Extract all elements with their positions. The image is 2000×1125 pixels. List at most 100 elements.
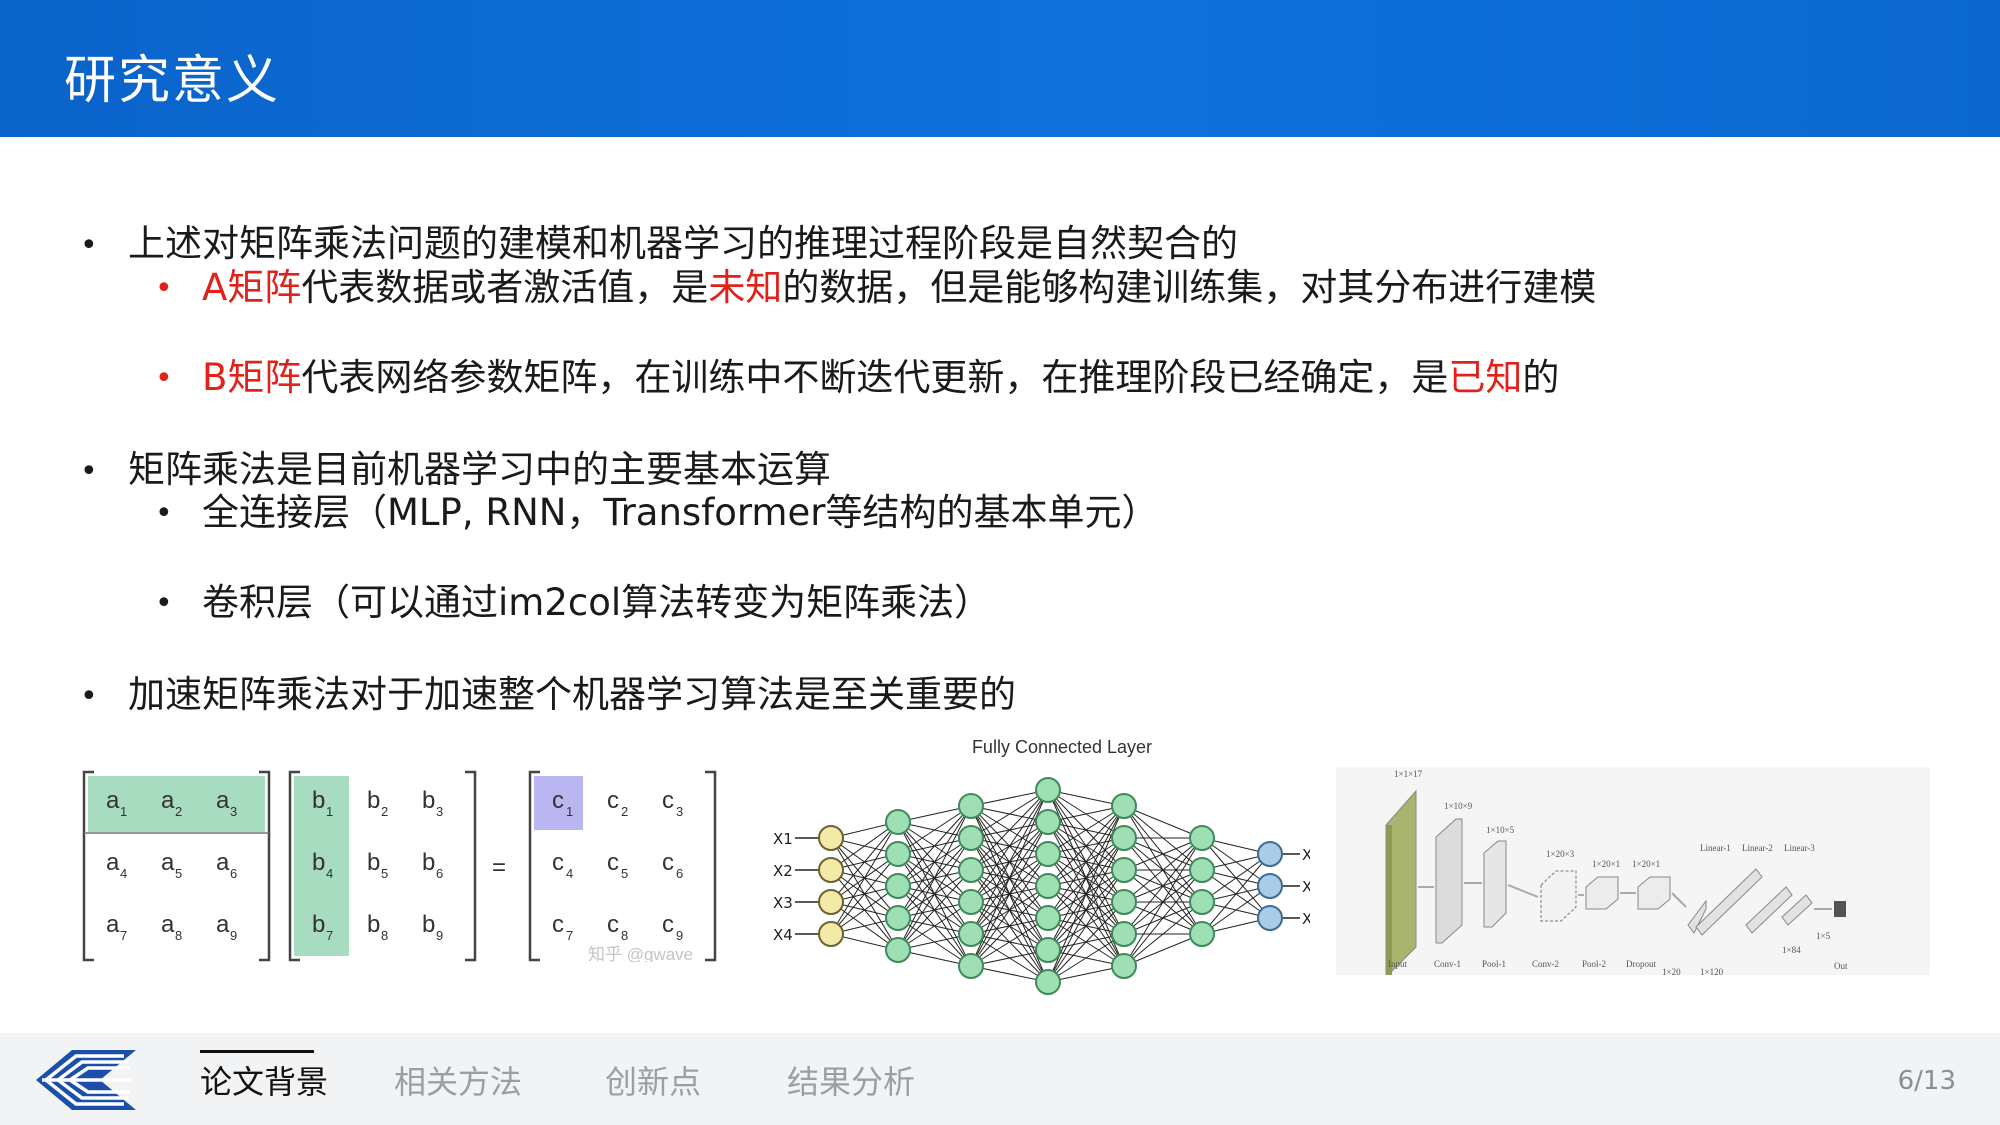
fc-figure-title: Fully Connected Layer (972, 737, 1152, 757)
cnn-bottom-label: Conv-1 (1434, 959, 1461, 969)
matrix-a-subscript: 7 (120, 928, 127, 943)
matrix-a-entry: a (161, 787, 175, 814)
fc-hidden-neuron (1189, 889, 1215, 915)
matrix-a-subscript: 3 (230, 804, 237, 819)
cnn-top-label: Linear-3 (1784, 843, 1815, 853)
bullet-marker: • (80, 679, 98, 714)
fc-input-neuron (818, 921, 844, 947)
matrix-c-entry: c (607, 849, 619, 876)
bullet-marker: • (80, 228, 98, 263)
cnn-bottom-label: Pool-1 (1482, 959, 1506, 969)
matrix-b-entry: b (367, 849, 380, 876)
matrix-a-entry: a (106, 911, 120, 938)
fc-connection (970, 789, 1049, 839)
fc-output-neuron (1257, 905, 1283, 931)
text-segment: 代表网络参数矩阵，在训练中不断迭代更新，在推理阶段已经确定，是 (301, 356, 1449, 399)
bullet-1-1: A矩阵代表数据或者激活值，是未知的数据，但是能够构建训练集，对其分布进行建模 (202, 264, 1596, 312)
cnn-architecture-figure: 1×1×17 1×10×9 1×10×5 1×20×3 1×20×1 1×20×1 Line… (1336, 767, 1930, 975)
fc-hidden-neuron (1111, 921, 1137, 947)
fc-hidden-neuron (958, 889, 984, 915)
matrix-b-subscript: 1 (326, 804, 333, 819)
fc-hidden-neuron (1189, 921, 1215, 947)
cnn-top-label: 1×20×3 (1546, 849, 1575, 859)
logo-icon (36, 1050, 136, 1110)
cnn-conv1-block (1435, 818, 1463, 944)
cnn-pool1-block (1483, 840, 1507, 928)
matrix-a-subscript: 4 (120, 866, 127, 881)
cnn-bottom-label: 1×84 (1782, 945, 1801, 955)
fc-hidden-neuron (1035, 969, 1061, 995)
fc-input-neuron (818, 857, 844, 883)
matrix-b-entry: b (422, 787, 435, 814)
fc-input-label: X2 (773, 862, 793, 880)
cnn-output-block (1834, 901, 1846, 917)
fc-hidden-neuron (1111, 953, 1137, 979)
title-bar: 研究意义 (0, 0, 2000, 137)
fc-hidden-neuron (1035, 937, 1061, 963)
bullet-3: 加速矩阵乘法对于加速整个机器学习算法是至关重要的 (128, 673, 1016, 716)
fc-hidden-neuron (1111, 825, 1137, 851)
matrix-b-subscript: 9 (436, 928, 443, 943)
matrix-b-subscript: 4 (326, 866, 333, 881)
cnn-top-label: 1×20×1 (1632, 859, 1660, 869)
matrix-a-subscript: 6 (230, 866, 237, 881)
tab-paper-background[interactable]: 论文背景 (200, 1062, 328, 1102)
matrix-b-subscript: 5 (381, 866, 388, 881)
cnn-bottom-label: 1×5 (1816, 931, 1831, 941)
cnn-bottom-label: Input (1388, 959, 1407, 969)
fc-connection (1047, 933, 1125, 983)
fc-hidden-neuron (885, 841, 911, 867)
fc-hidden-neuron (885, 809, 911, 835)
fc-output-label: X3 (1302, 910, 1310, 928)
fc-output-neuron (1257, 841, 1283, 867)
fc-hidden-neuron (1035, 873, 1061, 899)
matrix-c-entry: c (607, 787, 619, 814)
tab-related-methods[interactable]: 相关方法 (394, 1062, 522, 1102)
bullet-marker: • (155, 271, 173, 306)
bullet-2-2: 卷积层（可以通过im2col算法转变为矩阵乘法） (202, 581, 992, 624)
fc-hidden-neuron (885, 905, 911, 931)
fc-hidden-neuron (958, 825, 984, 851)
matrix-a-entry: a (216, 911, 230, 938)
bullet-marker: • (155, 361, 173, 396)
cnn-bottom-label: Dropout (1626, 959, 1656, 969)
cnn-bottom-label: Conv-2 (1532, 959, 1559, 969)
matrix-a-entry: a (161, 849, 175, 876)
matrix-c-subscript: 8 (621, 928, 628, 943)
matrix-a-subscript: 8 (175, 928, 182, 943)
bullet-marker: • (155, 496, 173, 531)
matrix-b-subscript: 8 (381, 928, 388, 943)
matrix-a-subscript: 5 (175, 866, 182, 881)
matrix-b-entry: b (367, 787, 380, 814)
fc-hidden-neuron (958, 793, 984, 819)
fc-output-label: X2 (1302, 878, 1310, 896)
matrix-b-entry: b (422, 849, 435, 876)
fc-hidden-neuron (1111, 793, 1137, 819)
fc-output-neuron (1257, 873, 1283, 899)
cnn-top-label: Linear-1 (1700, 843, 1731, 853)
slide-title: 研究意义 (64, 51, 281, 111)
fc-hidden-neuron (1111, 857, 1137, 883)
fc-hidden-neuron (885, 873, 911, 899)
matrix-c-entry: c (552, 911, 564, 938)
matrix-b-entry: b (312, 787, 325, 814)
fc-input-label: X4 (773, 926, 793, 944)
cnn-input-block-side (1386, 825, 1392, 975)
matrix-c-entry: c (662, 849, 674, 876)
fc-input-neuron (818, 825, 844, 851)
fc-hidden-neuron (1035, 809, 1061, 835)
matrix-bracket-right (465, 770, 477, 962)
cnn-top-label: 1×20×1 (1592, 859, 1620, 869)
fc-input-label: X3 (773, 894, 793, 912)
matrix-b-entry: b (312, 911, 325, 938)
page-number: 6/13 (1897, 1066, 1956, 1096)
text-segment: 的数据，但是能够构建训练集，对其分布进行建模 (782, 266, 1597, 309)
tab-innovation[interactable]: 创新点 (605, 1062, 701, 1102)
matrix-c-subscript: 3 (676, 804, 683, 819)
cnn-top-label: 1×1×17 (1394, 769, 1423, 779)
cnn-top-label: 1×10×9 (1444, 801, 1473, 811)
highlight-unknown: 未知 (708, 266, 783, 309)
cnn-bottom-label: Pool-2 (1582, 959, 1606, 969)
fc-connection (897, 805, 972, 855)
tab-results-analysis[interactable]: 结果分析 (787, 1062, 915, 1102)
